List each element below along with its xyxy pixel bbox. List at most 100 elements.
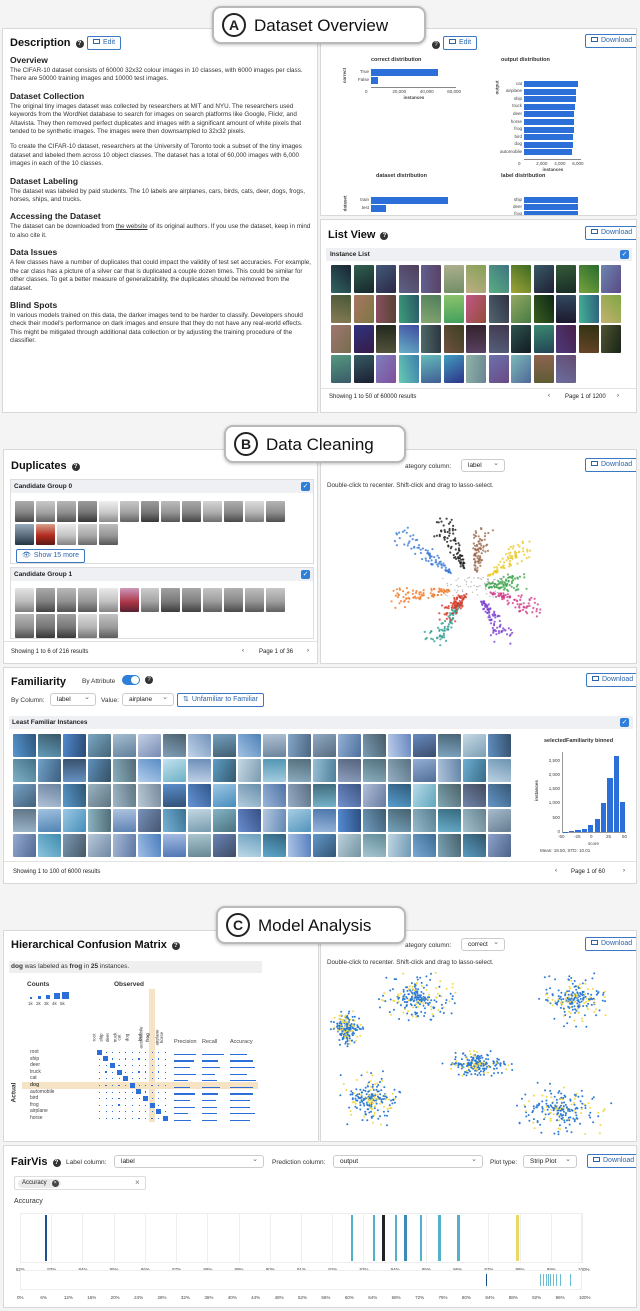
matrix-cell[interactable]	[151, 1058, 153, 1060]
thumbnail-image[interactable]	[213, 784, 236, 807]
thumbnail-image[interactable]	[511, 325, 531, 353]
thumbnail-image[interactable]	[77, 614, 97, 638]
thumbnail-image[interactable]	[421, 265, 441, 293]
matrix-cell[interactable]	[112, 1111, 113, 1113]
matrix-cell[interactable]	[103, 1056, 109, 1062]
matrix-cell[interactable]	[131, 1058, 133, 1060]
thumbnail-image[interactable]	[398, 295, 419, 323]
matrix-cell[interactable]	[138, 1111, 140, 1113]
value-select[interactable]: airplane	[122, 692, 174, 706]
checkbox[interactable]: ✓	[301, 570, 310, 579]
plot-type-select[interactable]: Strip Plot	[523, 1154, 577, 1168]
strip-mark[interactable]	[350, 1215, 354, 1261]
thumbnail-image[interactable]	[388, 809, 411, 832]
thumbnail-image[interactable]	[213, 759, 236, 782]
matrix-cell[interactable]	[111, 1078, 114, 1080]
thumbnail-image[interactable]	[77, 501, 97, 522]
thumbnail-image[interactable]	[353, 265, 374, 293]
matrix-cell[interactable]	[145, 1117, 146, 1119]
matrix-cell[interactable]	[105, 1091, 107, 1093]
thumbnail-image[interactable]	[463, 784, 486, 807]
thumbnail-image[interactable]	[488, 295, 509, 323]
matrix-cell[interactable]	[112, 1091, 113, 1093]
thumbnail-image[interactable]	[398, 265, 419, 293]
strip-mark[interactable]	[404, 1215, 407, 1261]
matrix-cell[interactable]	[131, 1071, 133, 1073]
thumbnail-image[interactable]	[188, 809, 211, 832]
matrix-cell[interactable]	[138, 1098, 140, 1099]
thumbnail-image[interactable]	[98, 588, 118, 612]
thumbnail-image[interactable]	[188, 834, 211, 857]
bar[interactable]	[371, 69, 439, 76]
thumbnail-image[interactable]	[88, 759, 111, 782]
thumbnail-image[interactable]	[88, 834, 111, 857]
matrix-cell[interactable]	[131, 1091, 133, 1093]
thumbnail-image[interactable]	[113, 734, 136, 757]
thumbnail-image[interactable]	[13, 784, 36, 807]
matrix-cell[interactable]	[112, 1104, 113, 1106]
matrix-cell[interactable]	[164, 1098, 166, 1099]
thumbnail-image[interactable]	[388, 734, 411, 757]
thumbnail-image[interactable]	[556, 265, 576, 293]
prev-page-button[interactable]: ‹	[555, 868, 557, 874]
thumbnail-image[interactable]	[331, 295, 351, 323]
matrix-cell[interactable]	[129, 1082, 135, 1088]
category-column-select[interactable]: label	[461, 458, 505, 472]
matrix-cell[interactable]	[105, 1098, 107, 1099]
help-icon[interactable]: ?	[145, 676, 153, 684]
prev-page-button[interactable]: ‹	[548, 393, 550, 399]
thumbnail-image[interactable]	[98, 501, 118, 522]
thumbnail-image[interactable]	[363, 834, 386, 857]
matrix-cell[interactable]	[105, 1065, 107, 1066]
thumbnail-image[interactable]	[313, 809, 336, 832]
metric-chip[interactable]: Accuracy ×	[18, 1179, 61, 1188]
thumbnail-image[interactable]	[338, 809, 361, 832]
thumbnail-image[interactable]	[438, 809, 461, 832]
help-icon[interactable]: ?	[71, 463, 80, 471]
thumbnail-image[interactable]	[38, 809, 61, 832]
thumbnail-image[interactable]	[338, 784, 361, 807]
thumbnail-image[interactable]	[140, 588, 160, 612]
matrix-cell[interactable]	[164, 1091, 166, 1093]
thumbnail-image[interactable]	[488, 759, 511, 782]
bar[interactable]	[524, 81, 579, 88]
matrix-cell[interactable]	[144, 1078, 147, 1080]
thumbnail-image[interactable]	[88, 809, 111, 832]
thumbnail-image[interactable]	[511, 265, 531, 293]
thumbnail-image[interactable]	[140, 501, 160, 522]
edit-charts-button[interactable]: Edit	[443, 36, 478, 50]
thumbnail-image[interactable]	[463, 834, 486, 857]
clear-icon[interactable]: ×	[135, 1178, 140, 1187]
matrix-cell[interactable]	[105, 1084, 107, 1086]
matrix-cell[interactable]	[111, 1058, 114, 1060]
matrix-cell[interactable]	[149, 1102, 155, 1108]
matrix-cell[interactable]	[118, 1051, 120, 1053]
thumbnail-image[interactable]	[13, 834, 36, 857]
histogram-bar[interactable]	[620, 802, 626, 832]
thumbnail-image[interactable]	[13, 759, 36, 782]
thumbnail-image[interactable]	[398, 355, 419, 383]
matrix-cell[interactable]	[131, 1104, 133, 1106]
matrix-cell[interactable]	[158, 1117, 160, 1119]
thumbnail-image[interactable]	[15, 588, 34, 612]
thumbnail-image[interactable]	[533, 265, 554, 293]
thumbnail-image[interactable]	[601, 325, 621, 353]
bar[interactable]	[371, 77, 378, 84]
thumbnail-image[interactable]	[238, 734, 261, 757]
thumbnail-image[interactable]	[77, 524, 97, 545]
download-button[interactable]: Download	[587, 1154, 636, 1168]
matrix-cell[interactable]	[131, 1078, 133, 1080]
row-label[interactable]: truck	[30, 1069, 41, 1075]
matrix-cell[interactable]	[158, 1064, 160, 1067]
help-icon[interactable]: ?	[171, 942, 180, 950]
thumbnail-image[interactable]	[488, 734, 511, 757]
matrix-cell[interactable]	[125, 1084, 127, 1086]
matrix-cell[interactable]	[125, 1051, 127, 1053]
matrix-cell[interactable]	[158, 1104, 160, 1106]
column-label[interactable]: frog	[145, 1033, 150, 1042]
matrix-cell[interactable]	[116, 1069, 122, 1075]
thumbnail-image[interactable]	[63, 734, 86, 757]
thumbnail-image[interactable]	[438, 834, 461, 857]
histogram-bar[interactable]	[607, 777, 613, 832]
next-page-button[interactable]: ›	[623, 868, 625, 874]
